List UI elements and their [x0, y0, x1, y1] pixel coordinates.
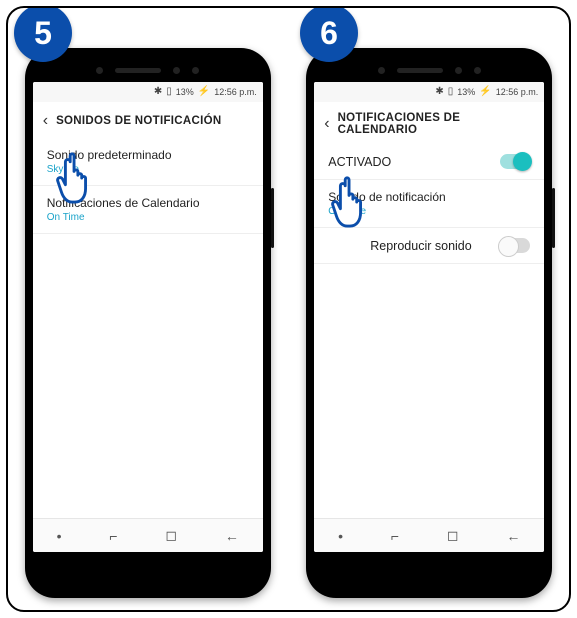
setting-title: Reproducir sonido [328, 239, 471, 253]
settings-list: Sonido predeterminado Skyline Notificaci… [33, 138, 263, 518]
setting-activated[interactable]: ACTIVADO [314, 144, 544, 180]
setting-calendar-notifications[interactable]: Notificaciones de Calendario On Time [33, 186, 263, 234]
phone-screen: ✱ ▯ 13% ⚡ 12:56 p.m. ‹ SONIDOS DE NOTIFI… [33, 82, 263, 552]
step-badge-5: 5 [14, 6, 72, 62]
page-title: NOTIFICACIONES DE CALENDARIO [338, 112, 533, 136]
setting-title: Sonido de notificación [328, 190, 445, 204]
setting-notification-sound[interactable]: Sonido de notificación On Time [314, 180, 544, 228]
settings-list: ACTIVADO Sonido de notificación On Time … [314, 144, 544, 518]
nav-home-icon[interactable]: ◻ [165, 527, 177, 544]
back-icon[interactable]: ‹ [43, 112, 48, 130]
nav-home-icon[interactable]: ◻ [447, 527, 459, 544]
screen-header: ‹ SONIDOS DE NOTIFICACIÓN [33, 102, 263, 138]
page-title: SONIDOS DE NOTIFICACIÓN [56, 115, 221, 127]
toggle-activated[interactable] [500, 154, 530, 169]
phone-sensor-bar [33, 58, 263, 82]
phone-mockup-5: ✱ ▯ 13% ⚡ 12:56 p.m. ‹ SONIDOS DE NOTIFI… [25, 48, 271, 598]
setting-title: Sonido predeterminado [47, 148, 172, 162]
battery-icon: ▯ [166, 87, 172, 97]
bluetooth-icon: ✱ [154, 87, 162, 97]
battery-icon: ▯ [448, 87, 454, 97]
nav-recent-icon[interactable]: ⌐ [391, 528, 399, 544]
status-time: 12:56 p.m. [214, 87, 257, 97]
setting-value: On Time [328, 206, 445, 217]
screen-header: ‹ NOTIFICACIONES DE CALENDARIO [314, 102, 544, 144]
setting-value: Skyline [47, 164, 172, 175]
nav-bar: • ⌐ ◻ ← [33, 518, 263, 552]
nav-back-icon[interactable]: ← [225, 528, 239, 544]
status-bar: ✱ ▯ 13% ⚡ 12:56 p.m. [33, 82, 263, 102]
nav-bar: • ⌐ ◻ ← [314, 518, 544, 552]
status-time: 12:56 p.m. [496, 87, 539, 97]
charge-icon: ⚡ [479, 87, 491, 97]
charge-icon: ⚡ [198, 87, 210, 97]
phones-row: 5 6 ✱ ▯ 13% ⚡ 12:56 p.m. ‹ SONIDOS DE N [8, 8, 569, 610]
setting-default-sound[interactable]: Sonido predeterminado Skyline [33, 138, 263, 186]
nav-back-icon[interactable]: ← [506, 528, 520, 544]
phone-sensor-bar [314, 58, 544, 82]
tutorial-frame: 5 6 ✱ ▯ 13% ⚡ 12:56 p.m. ‹ SONIDOS DE N [6, 6, 571, 612]
nav-dot-icon[interactable]: • [338, 528, 343, 544]
phone-screen: ✱ ▯ 13% ⚡ 12:56 p.m. ‹ NOTIFICACIONES DE… [314, 82, 544, 552]
back-icon[interactable]: ‹ [324, 115, 329, 133]
setting-title: Notificaciones de Calendario [47, 196, 200, 210]
nav-dot-icon[interactable]: • [57, 528, 62, 544]
phone-mockup-6: ✱ ▯ 13% ⚡ 12:56 p.m. ‹ NOTIFICACIONES DE… [306, 48, 552, 598]
step-number: 6 [320, 15, 338, 52]
step-badge-6: 6 [300, 6, 358, 62]
status-bar: ✱ ▯ 13% ⚡ 12:56 p.m. [314, 82, 544, 102]
toggle-play-sound[interactable] [500, 238, 530, 253]
setting-title: ACTIVADO [328, 155, 391, 169]
step-number: 5 [34, 15, 52, 52]
setting-play-sound[interactable]: Reproducir sonido [314, 228, 544, 264]
battery-pct: 13% [457, 87, 475, 97]
battery-pct: 13% [176, 87, 194, 97]
nav-recent-icon[interactable]: ⌐ [109, 528, 117, 544]
bluetooth-icon: ✱ [435, 87, 443, 97]
setting-value: On Time [47, 212, 200, 223]
